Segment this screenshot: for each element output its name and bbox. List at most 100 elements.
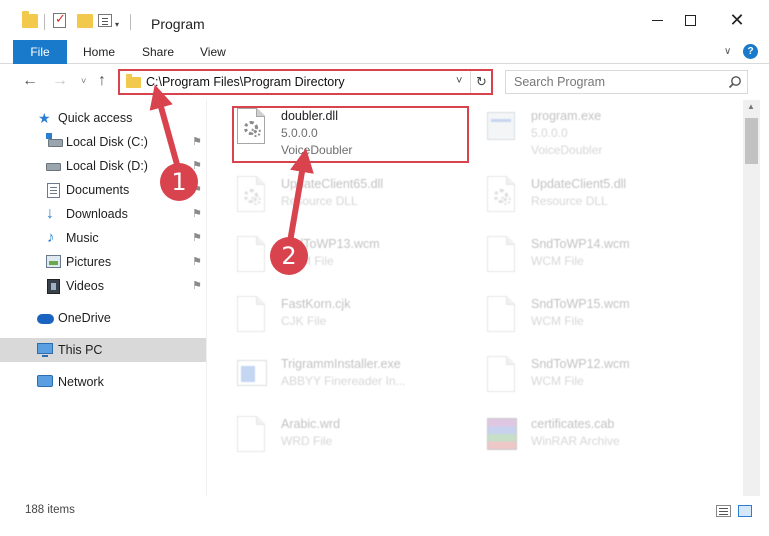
file-name: UpdateClient65.dll — [281, 177, 384, 191]
window-title: Program — [151, 16, 205, 32]
file-type: WRD File — [281, 434, 333, 448]
file-type: WCM File — [531, 314, 584, 328]
file-item-fastkorn-cjk[interactable]: FastKorn.cjk CJK File — [207, 288, 447, 340]
sidebar-item-label: Pictures — [66, 255, 112, 269]
title-separator — [130, 14, 131, 30]
maximize-icon — [684, 14, 696, 26]
tab-home[interactable]: Home — [83, 40, 115, 64]
pin-icon[interactable]: ⚑ — [192, 135, 202, 148]
file-description: VoiceDoubler — [531, 143, 603, 157]
tab-share[interactable]: Share — [142, 40, 174, 64]
search-icon[interactable] — [728, 75, 742, 89]
refresh-icon[interactable]: ↻ — [470, 71, 492, 93]
file-version: 5.0.0.0 — [531, 126, 568, 140]
file-type: ABBYY Finereader In... — [281, 374, 406, 388]
back-arrow-icon[interactable]: ← — [22, 72, 38, 90]
file-item-sndtowp14-wcm[interactable]: SndToWP14.wcm WCM File — [457, 228, 697, 280]
sidebar-item-label: Local Disk (D:) — [66, 159, 148, 173]
search-input[interactable]: Search Program — [514, 75, 605, 89]
file-item-program-exe[interactable]: program.exe 5.0.0.0 VoiceDoubler — [457, 100, 697, 157]
address-dropdown-chevron-icon[interactable]: ˅ — [456, 75, 462, 87]
pin-icon[interactable]: ⚑ — [192, 231, 202, 244]
properties-check-icon[interactable] — [53, 11, 66, 28]
file-name: FastKorn.cjk — [281, 297, 351, 311]
customize-quick-access-chevron-icon[interactable]: ▾ — [115, 20, 119, 29]
close-icon: ✕ — [729, 10, 745, 30]
sidebar-item-videos[interactable]: Videos ⚑ — [0, 274, 206, 298]
vertical-scrollbar[interactable]: ▲ — [743, 100, 760, 496]
drive-icon — [46, 163, 61, 171]
close-button[interactable]: ✕ — [714, 0, 760, 40]
file-name: certificates.cab — [531, 417, 615, 431]
sidebar-item-label: Videos — [66, 279, 104, 293]
sidebar-item-label: OneDrive — [58, 311, 111, 325]
new-folder-icon[interactable] — [77, 14, 93, 28]
sidebar-item-local-disk-c[interactable]: Local Disk (C:) ⚑ — [0, 130, 206, 154]
sidebar-item-this-pc[interactable]: This PC — [0, 338, 206, 362]
pin-icon[interactable]: ⚑ — [192, 279, 202, 292]
sidebar-item-downloads[interactable]: ↓ Downloads ⚑ — [0, 202, 206, 226]
file-item-trigramminstaller-exe[interactable]: TrigrammInstaller.exe ABBYY Finereader I… — [207, 348, 447, 400]
file-item-sndtowp12-wcm[interactable]: SndToWP12.wcm WCM File — [457, 348, 697, 400]
file-type: WCM File — [531, 254, 584, 268]
pin-icon[interactable]: ⚑ — [192, 255, 202, 268]
sidebar-item-label: Local Disk (C:) — [66, 135, 148, 149]
search-box[interactable]: Search Program — [505, 70, 748, 94]
annotation-marker-1: 1 — [160, 163, 198, 201]
sidebar-item-quick-access[interactable]: ★ Quick access — [0, 106, 206, 130]
star-icon: ★ — [38, 110, 51, 126]
file-item-arabic-wrd[interactable]: Arabic.wrd WRD File — [207, 408, 447, 460]
sidebar-item-music[interactable]: ♪ Music ⚑ — [0, 226, 206, 250]
sidebar-item-label: Network — [58, 375, 104, 389]
properties-icon[interactable] — [98, 14, 112, 27]
tab-file[interactable]: File — [13, 40, 67, 64]
music-note-icon: ♪ — [47, 229, 55, 246]
navigation-pane: ★ Quick access Local Disk (C:) ⚑ Local D… — [0, 100, 206, 496]
recent-locations-chevron-icon[interactable]: ˅ — [81, 76, 86, 86]
help-icon[interactable]: ? — [743, 44, 758, 59]
file-type: Resource DLL — [531, 194, 608, 208]
large-icons-view-icon[interactable] — [738, 505, 752, 517]
file-item-sndtowp13-wcm[interactable]: SndToWP13.wcm WCM File — [207, 228, 447, 280]
network-icon — [37, 375, 53, 387]
expand-ribbon-chevron-icon[interactable]: ∨ — [724, 46, 731, 57]
drive-icon — [46, 133, 63, 147]
minimize-icon — [651, 19, 663, 21]
file-name: TrigrammInstaller.exe — [281, 357, 401, 371]
sidebar-item-network[interactable]: Network — [0, 370, 206, 394]
file-type: WCM File — [531, 374, 584, 388]
installer-icon — [235, 356, 267, 394]
forward-arrow-icon[interactable]: → — [52, 72, 68, 90]
navigation-bar: ← → ˅ ↑ C:\Program Files\Program Directo… — [0, 64, 769, 100]
annotation-marker-2: 2 — [270, 237, 308, 275]
pin-icon[interactable]: ⚑ — [192, 207, 202, 220]
winrar-icon — [485, 416, 517, 454]
tab-view[interactable]: View — [200, 40, 226, 64]
file-item-sndtowp15-wcm[interactable]: SndToWP15.wcm WCM File — [457, 288, 697, 340]
file-item-updateclient5-dll[interactable]: UpdateClient5.dll Resource DLL — [457, 168, 697, 220]
file-item-certificates-cab[interactable]: certificates.cab WinRAR Archive — [457, 408, 697, 460]
sidebar-item-onedrive[interactable]: OneDrive — [0, 306, 206, 330]
scroll-thumb[interactable] — [745, 118, 758, 164]
address-bar[interactable]: C:\Program Files\Program Directory ˅ ↻ — [118, 69, 493, 95]
file-type: CJK File — [281, 314, 327, 328]
maximize-button[interactable] — [667, 0, 713, 40]
folder-icon — [126, 74, 141, 88]
file-item-updateclient65-dll[interactable]: UpdateClient65.dll Resource DLL — [207, 168, 447, 220]
file-type: Resource DLL — [281, 194, 358, 208]
cloud-icon — [37, 314, 54, 324]
sidebar-item-pictures[interactable]: Pictures ⚑ — [0, 250, 206, 274]
sidebar-item-label: Downloads — [66, 207, 128, 221]
address-path[interactable]: C:\Program Files\Program Directory — [146, 75, 345, 89]
computer-icon — [37, 343, 53, 357]
ribbon-tabs: File Home Share View ∨ ? — [0, 40, 769, 64]
folder-icon[interactable] — [22, 11, 38, 28]
scroll-up-arrow-icon[interactable]: ▲ — [747, 102, 755, 111]
up-arrow-icon[interactable]: ↑ — [98, 72, 106, 90]
file-type: WinRAR Archive — [531, 434, 620, 448]
file-highlight-box — [232, 106, 469, 163]
file-name: UpdateClient5.dll — [531, 177, 627, 191]
pictures-icon — [46, 255, 61, 268]
sidebar-item-label: Quick access — [58, 111, 133, 125]
details-view-icon[interactable] — [716, 505, 731, 517]
